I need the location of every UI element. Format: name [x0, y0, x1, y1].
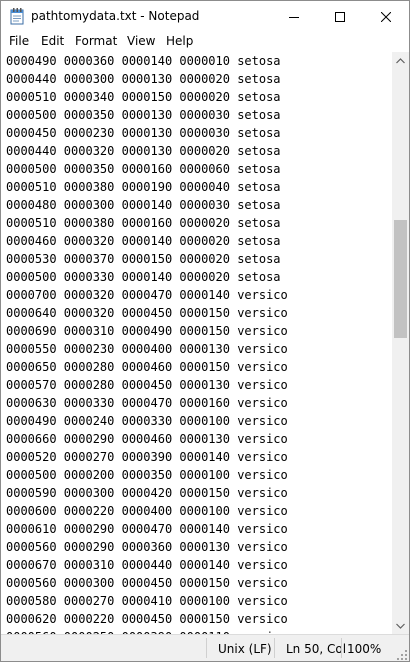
text-line: 0000700 0000320 0000470 0000140 versico	[6, 288, 288, 302]
text-line: 0000500 0000330 0000140 0000020 setosa	[6, 270, 281, 284]
text-line: 0000460 0000320 0000140 0000020 setosa	[6, 234, 281, 248]
maximize-icon	[335, 11, 345, 22]
text-line: 0000500 0000350 0000130 0000030 setosa	[6, 108, 281, 122]
text-line: 0000490 0000240 0000330 0000100 versico	[6, 414, 288, 428]
text-line: 0000480 0000300 0000140 0000030 setosa	[6, 198, 281, 212]
text-line: 0000650 0000280 0000460 0000150 versico	[6, 360, 288, 374]
scrollbar-thumb[interactable]	[394, 220, 407, 338]
text-line: 0000630 0000330 0000470 0000160 versico	[6, 396, 288, 410]
text-line: 0000500 0000200 0000350 0000100 versico	[6, 468, 288, 482]
status-zoom: 100%	[347, 642, 382, 656]
text-editor-area[interactable]: 0000490 0000360 0000140 0000010 setosa 00…	[1, 52, 392, 634]
minimize-button[interactable]	[271, 1, 317, 32]
status-cursor-position: Ln 50, Col	[286, 642, 347, 656]
scroll-up-button[interactable]	[392, 52, 409, 69]
status-divider	[206, 638, 207, 658]
menu-bar: File Edit Format View Help	[1, 32, 409, 52]
minimize-icon	[289, 16, 299, 18]
text-line: 0000670 0000310 0000440 0000140 versico	[6, 558, 288, 572]
text-line: 0000600 0000220 0000400 0000100 versico	[6, 504, 288, 518]
status-line-ending: Unix (LF)	[218, 642, 272, 656]
text-line: 0000590 0000300 0000420 0000150 versico	[6, 486, 288, 500]
scroll-up-arrow-icon	[396, 57, 405, 63]
text-line: 0000620 0000220 0000450 0000150 versico	[6, 612, 288, 626]
close-icon	[381, 11, 391, 22]
menu-file[interactable]: File	[9, 34, 29, 48]
status-divider	[341, 638, 342, 658]
scroll-down-arrow-icon	[396, 623, 405, 629]
text-line: 0000660 0000290 0000460 0000130 versico	[6, 432, 288, 446]
text-line: 0000640 0000320 0000450 0000150 versico	[6, 306, 288, 320]
menu-edit[interactable]: Edit	[41, 34, 64, 48]
text-line: 0000690 0000310 0000490 0000150 versico	[6, 324, 288, 338]
window-title: pathtomydata.txt - Notepad	[31, 9, 200, 23]
scroll-down-button[interactable]	[392, 617, 409, 634]
menu-format[interactable]: Format	[75, 34, 117, 48]
text-line: 0000440 0000300 0000130 0000020 setosa	[6, 72, 281, 86]
text-line: 0000580 0000270 0000410 0000100 versico	[6, 594, 288, 608]
text-line: 0000510 0000380 0000160 0000020 setosa	[6, 216, 281, 230]
notepad-icon	[10, 8, 24, 25]
menu-help[interactable]: Help	[166, 34, 193, 48]
resize-grip-icon[interactable]	[397, 650, 407, 660]
text-line: 0000440 0000320 0000130 0000020 setosa	[6, 144, 281, 158]
close-button[interactable]	[363, 1, 409, 32]
vertical-scrollbar[interactable]	[392, 52, 409, 634]
text-line: 0000530 0000370 0000150 0000020 setosa	[6, 252, 281, 266]
status-bar: Unix (LF) Ln 50, Col 100%	[1, 634, 409, 661]
text-line: 0000490 0000360 0000140 0000010 setosa	[6, 54, 281, 68]
text-line: 0000510 0000340 0000150 0000020 setosa	[6, 90, 281, 104]
text-line: 0000510 0000380 0000190 0000040 setosa	[6, 180, 281, 194]
notepad-window: pathtomydata.txt - Notepad File Edit For…	[0, 0, 410, 662]
status-divider	[274, 638, 275, 658]
text-line: 0000570 0000280 0000450 0000130 versico	[6, 378, 288, 392]
title-bar[interactable]: pathtomydata.txt - Notepad	[1, 1, 409, 32]
text-line: 0000500 0000350 0000160 0000060 setosa	[6, 162, 281, 176]
menu-view[interactable]: View	[127, 34, 155, 48]
text-line: 0000450 0000230 0000130 0000030 setosa	[6, 126, 281, 140]
text-line: 0000550 0000230 0000400 0000130 versico	[6, 342, 288, 356]
maximize-button[interactable]	[317, 1, 363, 32]
text-line: 0000610 0000290 0000470 0000140 versico	[6, 522, 288, 536]
text-line: 0000560 0000290 0000360 0000130 versico	[6, 540, 288, 554]
text-line: 0000520 0000270 0000390 0000140 versico	[6, 450, 288, 464]
text-line: 0000560 0000300 0000450 0000150 versico	[6, 576, 288, 590]
